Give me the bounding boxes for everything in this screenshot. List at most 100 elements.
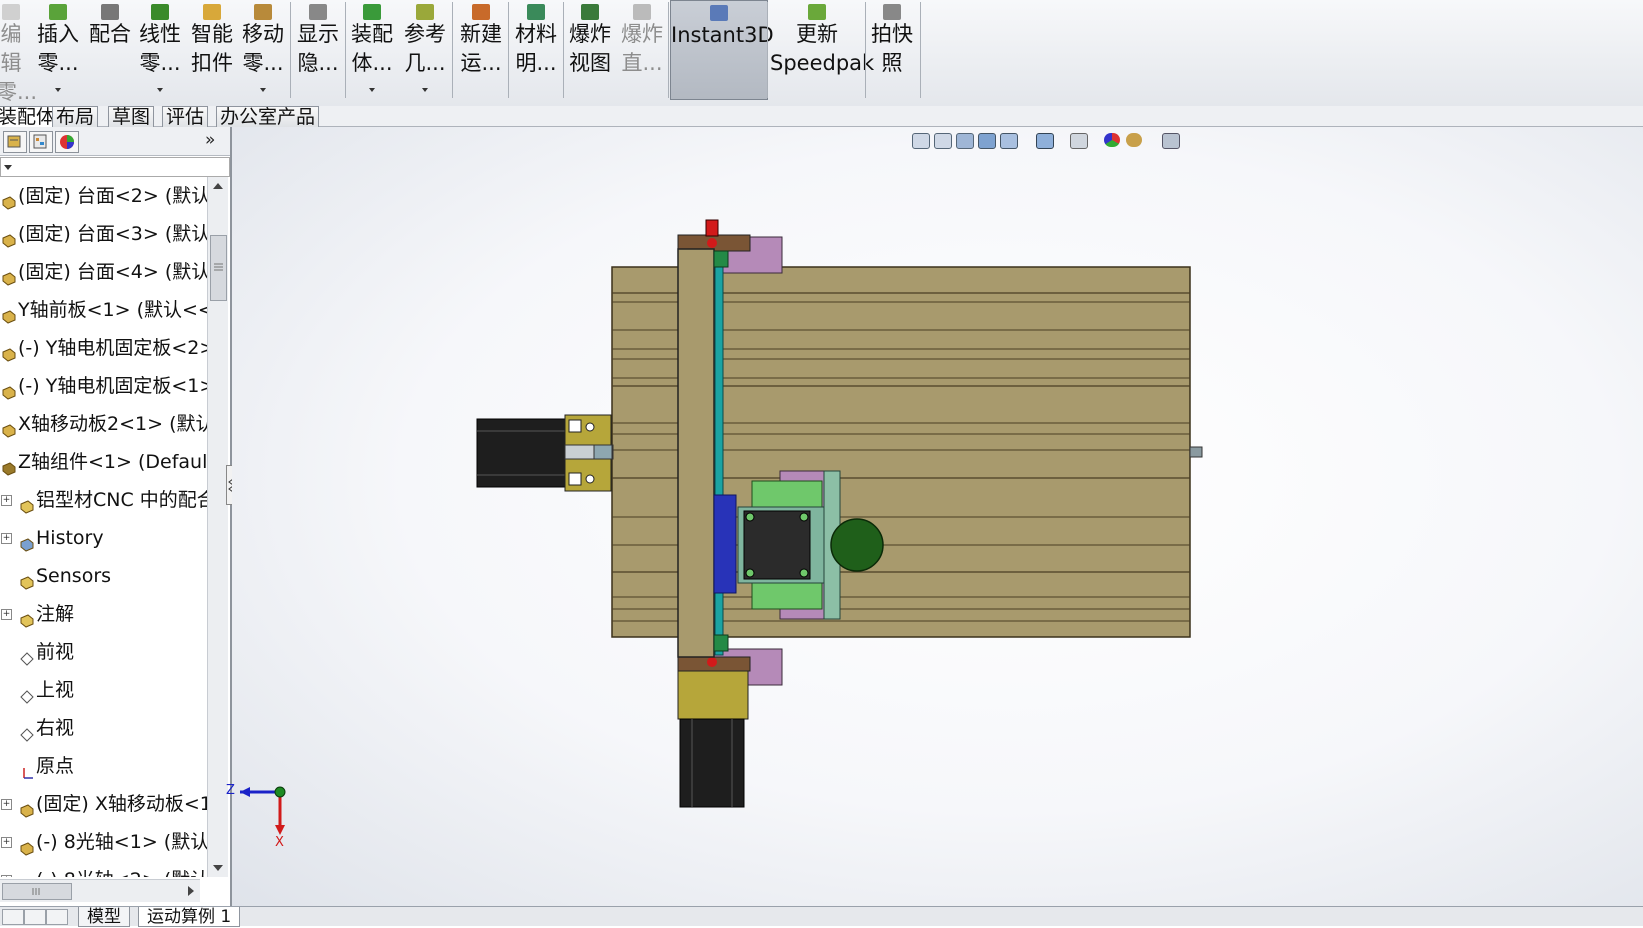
bottom-tab-0[interactable]: 模型 (78, 907, 130, 927)
next-tab-nav-icon[interactable] (46, 909, 68, 925)
tree-item[interactable]: Y轴前板<1> (默认<<默 (0, 295, 207, 325)
toolbar-button-14[interactable]: 更新 Speedpak (770, 0, 875, 100)
toolbar-button-4[interactable]: 智能 扣件 (188, 0, 236, 100)
tree-vertical-scrollbar[interactable] (207, 177, 228, 877)
tree-item[interactable]: + (-) 8光轴<2> (默认< (0, 865, 207, 877)
toolbar-separator (920, 2, 921, 98)
toolbar-button-icon (203, 4, 221, 20)
cad-model-view[interactable] (232, 127, 1643, 906)
tree-item[interactable]: + (-) 8光轴<1> (默认< (0, 827, 207, 857)
tree-item[interactable]: + History (0, 523, 207, 553)
vertical-scroll-thumb[interactable] (210, 235, 227, 301)
expand-plus-icon[interactable]: + (1, 799, 12, 810)
tree-horizontal-scrollbar[interactable] (0, 879, 200, 902)
tree-item-label: Z轴组件<1> (Default< (18, 451, 207, 473)
tree-item-label: 注解 (36, 603, 75, 625)
toolbar-button-label: 爆炸 直... (621, 22, 663, 75)
tree-item[interactable]: (-) Y轴电机固定板<2> ( (0, 333, 207, 363)
tree-item[interactable]: 上视 (0, 675, 207, 705)
tree-item-label: 铝型材CNC 中的配合 (36, 489, 207, 511)
shaft-end[interactable] (1189, 446, 1203, 458)
toolbar-button-12[interactable]: 爆炸 直... (618, 0, 666, 100)
y-axis-stepper-motor[interactable] (677, 670, 749, 808)
annotations-icon (20, 607, 34, 628)
tree-item[interactable]: + (固定) X轴移动板<1> (0, 789, 207, 819)
toolbar-button-icon (581, 4, 599, 20)
feature-manager-tab-icon[interactable] (3, 131, 27, 153)
tree-item[interactable]: (-) Y轴电机固定板<1> ( (0, 371, 207, 401)
filter-dropdown-icon[interactable] (3, 162, 13, 172)
tree-item-label: Y轴前板<1> (默认<<默 (18, 299, 207, 321)
expand-plus-icon[interactable]: + (1, 533, 12, 544)
tree-item[interactable]: (固定) 台面<2> (默认< (0, 181, 207, 211)
toolbar-button-5[interactable]: 移动 零... (238, 0, 288, 100)
toolbar-button-15[interactable]: 拍快 照 (866, 0, 918, 100)
dropdown-arrow-icon[interactable] (369, 88, 375, 92)
part-icon (20, 835, 34, 856)
toolbar-button-11[interactable]: 爆炸 视图 (566, 0, 614, 100)
tab-0[interactable]: 装配体 (0, 106, 60, 128)
dropdown-arrow-icon[interactable] (157, 88, 163, 92)
plane-icon (20, 721, 34, 742)
toolbar-button-icon (808, 4, 826, 20)
plane-icon (20, 645, 34, 666)
expand-plus-icon[interactable]: + (1, 875, 12, 877)
toolbar-button-label: 更新 Speedpak (770, 22, 875, 75)
dropdown-arrow-icon[interactable] (422, 88, 428, 92)
tab-3[interactable]: 评估 (162, 106, 209, 128)
tree-item[interactable]: + 注解 (0, 599, 207, 629)
toolbar-separator (865, 2, 866, 98)
toolbar-button-label: 移动 零... (242, 22, 284, 75)
tree-item[interactable]: Z轴组件<1> (Default< (0, 447, 207, 477)
tree-item[interactable]: + 铝型材CNC 中的配合 (0, 485, 207, 515)
tree-item[interactable]: 前视 (0, 637, 207, 667)
tree-filter-input[interactable] (0, 157, 230, 177)
tab-2[interactable]: 草图 (108, 106, 155, 128)
tab-4[interactable]: 办公室产品 (216, 106, 320, 128)
toolbar-button-3[interactable]: 线性 零... (136, 0, 184, 100)
scroll-up-icon[interactable] (208, 179, 228, 193)
toolbar-button-10[interactable]: 材料 明... (512, 0, 560, 100)
first-tab-nav-icon[interactable] (2, 909, 24, 925)
toolbar-button-8[interactable]: 参考 几... (400, 0, 450, 100)
toolbar-button-9[interactable]: 新建 运... (456, 0, 506, 100)
scroll-right-icon[interactable] (184, 881, 198, 901)
tree-item[interactable]: X轴移动板2<1> (默认< (0, 409, 207, 439)
toolbar-button-2[interactable]: 配合 (86, 0, 134, 100)
toolbar-button-label: 插入 零... (37, 22, 79, 75)
tree-item-label: (-) 8光轴<2> (默认< (36, 865, 207, 877)
toolbar-button-label: 拍快 照 (871, 22, 913, 75)
x-axis-stepper-motor[interactable] (476, 414, 614, 492)
property-manager-tab-icon[interactable] (29, 131, 53, 153)
horizontal-scroll-thumb[interactable] (2, 883, 72, 900)
toolbar-button-icon (49, 4, 67, 20)
tree-item-label: (-) Y轴电机固定板<2> ( (18, 337, 207, 359)
expand-plus-icon[interactable]: + (1, 837, 12, 848)
toolbar-button-icon (527, 4, 545, 20)
tree-item[interactable]: 右视 (0, 713, 207, 743)
toolbar-button-7[interactable]: 装配 体... (348, 0, 396, 100)
tree-item[interactable]: Sensors (0, 561, 207, 591)
tree-item-label: (-) 8光轴<1> (默认< (36, 831, 207, 853)
tree-item[interactable]: (固定) 台面<3> (默认< (0, 219, 207, 249)
expand-plus-icon[interactable]: + (1, 495, 12, 506)
part-icon (20, 797, 34, 818)
tree-item[interactable]: (固定) 台面<4> (默认< (0, 257, 207, 287)
expand-manager-chevron-icon[interactable]: » (205, 130, 215, 150)
tree-item-label: X轴移动板2<1> (默认< (18, 413, 207, 435)
toolbar-button-13[interactable]: Instant3D (670, 0, 774, 100)
prev-tab-nav-icon[interactable] (24, 909, 46, 925)
graphics-area[interactable]: Z X (226, 127, 1643, 906)
toolbar-button-1[interactable]: 插入 零... (34, 0, 82, 100)
expand-plus-icon[interactable]: + (1, 609, 12, 620)
dropdown-arrow-icon[interactable] (260, 88, 266, 92)
tree-item[interactable]: 原点 (0, 751, 207, 781)
toolbar-button-icon (633, 4, 651, 20)
toolbar-button-0[interactable]: 编辑 零... (0, 0, 37, 104)
display-manager-tab-icon[interactable] (55, 131, 79, 153)
tab-1[interactable]: 布局 (52, 106, 99, 128)
dropdown-arrow-icon[interactable] (55, 88, 61, 92)
scroll-down-icon[interactable] (208, 861, 228, 875)
bottom-tab-1[interactable]: 运动算例 1 (138, 907, 241, 927)
toolbar-button-6[interactable]: 显示 隐... (294, 0, 342, 100)
